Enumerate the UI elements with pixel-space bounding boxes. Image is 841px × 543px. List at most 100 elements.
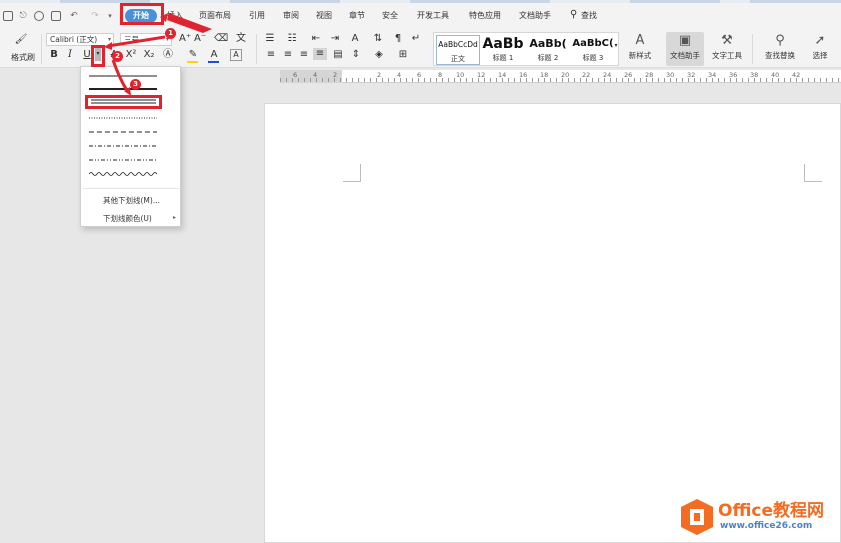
highlight-icon[interactable]: ✎ (188, 49, 198, 61)
subscript-button[interactable]: X₂ (143, 49, 155, 61)
format-painter-label[interactable]: 格式刷 (11, 52, 35, 63)
style-heading-2[interactable]: AaBb( 标题 2 (526, 35, 570, 65)
tab-developer[interactable]: 开发工具 (417, 9, 449, 23)
tab-insert[interactable]: 插入 (167, 9, 183, 23)
font-color-icon[interactable]: A (209, 49, 219, 61)
tab-review[interactable]: 审阅 (283, 9, 299, 23)
text-tools-button[interactable]: ⚒ 文字工具 (706, 32, 748, 66)
paragraph-mark-icon[interactable]: ↵ (410, 33, 422, 45)
chevron-down-icon: ▾ (107, 36, 111, 43)
tab-doc-assistant[interactable]: 文档助手 (519, 9, 551, 23)
clear-format-icon[interactable]: ⌫ (214, 33, 228, 45)
watermark-url: www.office26.com (720, 521, 813, 531)
distributed-icon[interactable]: ▤ (332, 49, 344, 61)
more-underlines-item[interactable]: 其他下划线(M)... (103, 195, 160, 206)
gallery-more-icon[interactable]: ▾ (613, 40, 619, 52)
margin-marker-top-left (343, 164, 361, 182)
char-border-icon[interactable]: A (230, 49, 242, 61)
phonetic-guide-icon[interactable]: 文 (234, 33, 248, 45)
document-page[interactable] (264, 103, 841, 543)
align-left-icon[interactable]: ≡ (265, 49, 277, 61)
ruler-number: 20 (561, 71, 570, 79)
format-painter-icon[interactable]: 🖌 (14, 34, 28, 46)
style-gallery: AaBbCcDd 正文 AaBb 标题 1 AaBb( 标题 2 AaBbC( … (433, 32, 619, 66)
bold-button[interactable]: B (48, 49, 60, 61)
menu-divider (83, 188, 179, 189)
underline-option-dash-dot-dot[interactable] (89, 156, 157, 164)
grow-font-icon[interactable]: A⁺ (179, 33, 191, 45)
sort-icon[interactable]: ⇅ (372, 33, 384, 45)
find-replace-button[interactable]: ⚲ 查找替换 (758, 32, 802, 66)
ruler-number: 4 (313, 71, 318, 79)
justify-icon[interactable]: ≡ (313, 48, 327, 60)
save-icon[interactable] (3, 11, 13, 21)
style-heading-3[interactable]: AaBbC( 标题 3 (571, 35, 615, 65)
ruler-number: 32 (687, 71, 696, 79)
underline-option-dotted[interactable] (89, 114, 157, 122)
underline-option-single[interactable] (89, 72, 157, 80)
doc-assistant-button[interactable]: ▣ 文档助手 (666, 32, 704, 66)
text-effect-icon[interactable]: Ⓐ (162, 49, 174, 61)
chinese-layout-icon[interactable]: A (348, 33, 362, 45)
style-name: 标题 1 (492, 54, 514, 62)
italic-button[interactable]: I (64, 49, 76, 61)
office-logo-icon (681, 499, 713, 535)
ruler-number: 14 (498, 71, 507, 79)
shading-icon[interactable]: ◈ (372, 49, 386, 61)
horizontal-ruler[interactable]: 6 4 2 2 4 6 8 10 12 14 16 18 20 22 24 26… (280, 70, 841, 83)
decrease-indent-icon[interactable]: ⇤ (310, 33, 322, 45)
tab-references[interactable]: 引用 (249, 9, 265, 23)
font-color-swatch (208, 61, 219, 63)
ruler-number: 18 (540, 71, 549, 79)
numbering-icon[interactable]: ☷ (285, 33, 299, 45)
print-preview-icon[interactable] (51, 11, 61, 21)
show-marks-icon[interactable]: ¶ (392, 33, 404, 45)
search-icon[interactable]: ⚲ (570, 8, 577, 22)
customize-icon[interactable]: ▾ (106, 11, 114, 21)
style-normal[interactable]: AaBbCcDd 正文 (436, 35, 480, 65)
highlight-box-home-tab (120, 3, 164, 25)
borders-icon[interactable]: ⊞ (396, 49, 410, 61)
align-right-icon[interactable]: ≡ (298, 49, 310, 61)
tab-view[interactable]: 视图 (316, 9, 332, 23)
underline-option-wave[interactable] (89, 170, 157, 178)
underline-color-item[interactable]: 下划线颜色(U) (103, 213, 152, 224)
print-icon[interactable] (34, 11, 44, 21)
step-badge-2: 2 (112, 51, 123, 62)
font-size-select[interactable]: 三号 ▾ (120, 33, 172, 46)
text-tools-label: 文字工具 (712, 51, 742, 60)
tab-page-layout[interactable]: 页面布局 (199, 9, 231, 23)
new-style-button[interactable]: A 新样式 (622, 32, 658, 66)
redo-icon[interactable]: ↷ (90, 11, 100, 21)
search-tab[interactable]: 查找 (581, 9, 597, 23)
ruler-number: 2 (333, 71, 338, 79)
align-center-icon[interactable]: ≡ (282, 49, 294, 61)
undo-icon[interactable]: ↶ (68, 11, 80, 21)
ruler-number: 16 (519, 71, 528, 79)
underline-option-thick[interactable] (89, 85, 157, 93)
increase-indent-icon[interactable]: ⇥ (329, 33, 341, 45)
ruler-number: 38 (750, 71, 759, 79)
chevron-right-icon: ▸ (173, 214, 177, 221)
underline-option-dash-dot[interactable] (89, 142, 157, 150)
step-badge-1: 1 (165, 28, 176, 39)
shrink-font-icon[interactable]: A⁻ (194, 33, 206, 45)
ruler-number: 28 (645, 71, 654, 79)
bullets-icon[interactable]: ☰ (263, 33, 277, 45)
select-button[interactable]: ➚ 选择 (804, 32, 836, 66)
export-icon[interactable]: ⎋ (18, 11, 28, 21)
underline-option-double[interactable] (85, 95, 162, 109)
style-heading-1[interactable]: AaBb 标题 1 (481, 35, 525, 65)
divider (752, 34, 753, 64)
ruler-number: 6 (293, 71, 298, 79)
cursor-icon: ➚ (814, 33, 826, 48)
tab-security[interactable]: 安全 (382, 9, 398, 23)
line-spacing-icon[interactable]: ⇕ (350, 49, 362, 61)
underline-option-dashed[interactable] (89, 128, 157, 136)
tab-chapter[interactable]: 章节 (349, 9, 365, 23)
superscript-button[interactable]: X² (125, 49, 137, 61)
highlight-box-underline-arrow (91, 45, 105, 67)
tab-features[interactable]: 特色应用 (469, 9, 501, 23)
ruler-number: 8 (438, 71, 443, 79)
style-sample: AaBbCcDd (438, 40, 478, 49)
